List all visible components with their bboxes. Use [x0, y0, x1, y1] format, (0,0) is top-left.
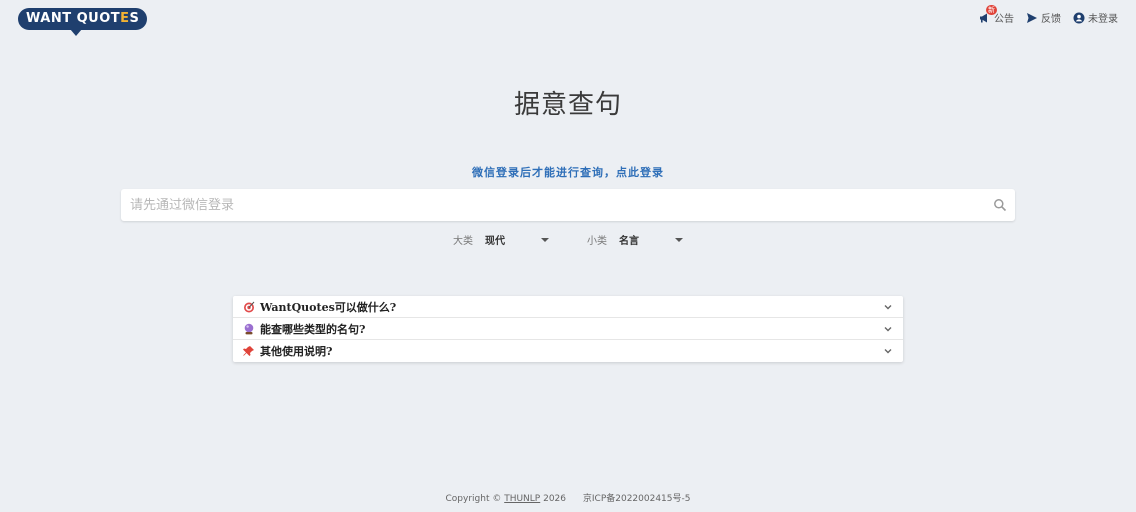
wechat-login-link[interactable]: 微信登录后才能进行查询，点此登录 — [0, 164, 1136, 180]
page-title: 据意查句 — [513, 90, 622, 120]
announcement-label: 公告 — [994, 14, 1014, 25]
faq-item-what-can-it-do[interactable]: WantQuotes可以做什么? — [233, 296, 903, 318]
major-category-select[interactable]: 现代 — [485, 232, 549, 247]
thunlp-link[interactable]: THUNLP — [504, 494, 540, 504]
faq-label: WantQuotes可以做什么? — [260, 300, 397, 314]
send-icon — [1027, 12, 1037, 23]
logo-speech-tail — [70, 29, 82, 36]
faq-label: 能查哪些类型的名句? — [260, 322, 366, 336]
faq-accordion: WantQuotes可以做什么? 能查哪些类型的名句? 其他使用说明? — [233, 296, 903, 362]
crystal-ball-icon — [244, 323, 254, 334]
new-badge: 新 — [986, 5, 997, 15]
search-icon[interactable] — [993, 198, 1007, 212]
major-category-value: 现代 — [485, 236, 505, 247]
major-category-label: 大类 — [453, 236, 473, 247]
search-input[interactable] — [121, 190, 993, 220]
announcement-button[interactable]: 新 公告 — [979, 5, 1014, 25]
minor-category-label: 小类 — [587, 236, 607, 247]
search-box — [121, 189, 1015, 221]
dart-icon — [244, 301, 255, 312]
top-nav: 新 公告 反馈 未登录 — [979, 5, 1118, 25]
filters: 大类 现代 小类 名言 — [0, 232, 1136, 247]
logo-text-pre: WANT QUOT — [26, 11, 121, 26]
footer: Copyright © THUNLP 2026 京ICP备2022002415号… — [0, 491, 1136, 504]
faq-item-quote-types[interactable]: 能查哪些类型的名句? — [233, 318, 903, 340]
faq-item-other-instructions[interactable]: 其他使用说明? — [233, 340, 903, 362]
wantquotes-logo[interactable]: WANT QUOT E S — [18, 8, 148, 36]
chevron-down-icon — [884, 326, 892, 331]
chevron-down-icon — [884, 304, 892, 309]
page: WANT QUOT E S 新 公告 反馈 未登录 据意查句 微信登录后才能进行… — [0, 0, 1136, 512]
feedback-button[interactable]: 反馈 — [1026, 10, 1061, 25]
copyright-year: 2026 — [540, 494, 566, 504]
major-category-filter: 大类 现代 — [453, 232, 549, 247]
caret-down-icon — [675, 237, 683, 242]
faq-label: 其他使用说明? — [260, 345, 333, 358]
logo-text-accent: E — [120, 11, 130, 26]
feedback-label: 反馈 — [1041, 14, 1061, 25]
caret-down-icon — [541, 237, 549, 242]
login-label: 未登录 — [1088, 14, 1118, 25]
pushpin-icon — [243, 346, 254, 356]
minor-category-filter: 小类 名言 — [587, 232, 683, 247]
chevron-down-icon — [884, 349, 892, 354]
minor-category-select[interactable]: 名言 — [619, 232, 683, 247]
logo-text-post: S — [129, 11, 140, 26]
minor-category-value: 名言 — [619, 236, 639, 247]
copyright-text: Copyright © — [445, 494, 505, 504]
user-circle-icon — [1073, 12, 1085, 23]
login-button[interactable]: 未登录 — [1073, 10, 1118, 25]
icp-record[interactable]: 京ICP备2022002415号-5 — [583, 494, 691, 504]
